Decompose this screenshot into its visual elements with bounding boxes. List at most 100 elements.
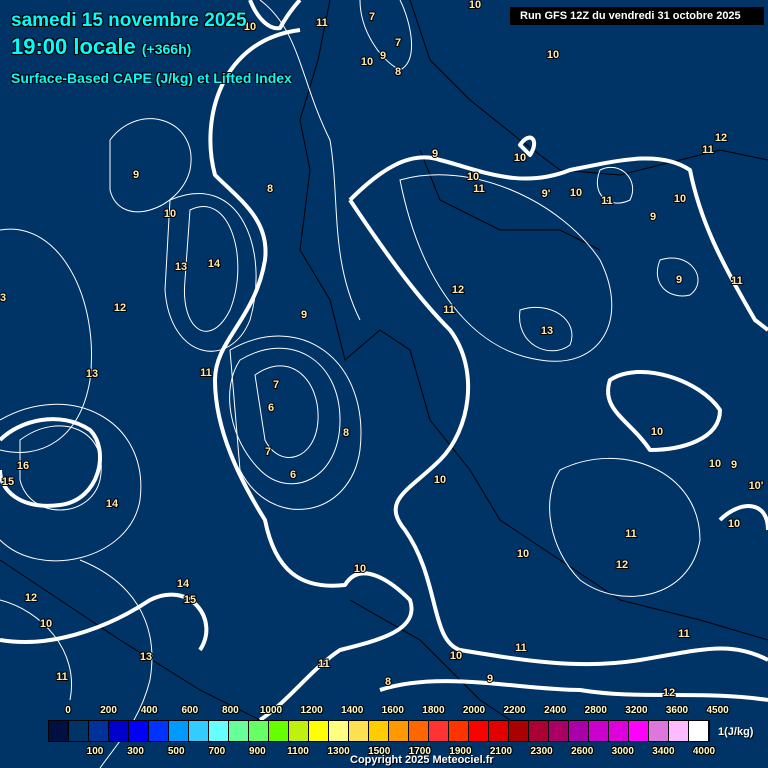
legend-tick-label: 3000 xyxy=(611,746,634,757)
contour-label: 7 xyxy=(265,446,271,458)
contour-label: 10 xyxy=(354,563,366,575)
legend-tick-label: 2800 xyxy=(584,705,607,716)
contour-label: 14 xyxy=(208,258,221,270)
legend-swatch xyxy=(689,721,709,741)
model-run-label: Run GFS 12Z du vendredi 31 octobre 2025 xyxy=(510,7,764,25)
legend-swatch xyxy=(229,721,249,741)
contour-label: 10 xyxy=(469,0,481,11)
legend-tick-label: 2400 xyxy=(544,705,567,716)
legend-tick-label: 2600 xyxy=(571,746,594,757)
contour-label: 10 xyxy=(674,193,686,205)
legend-swatch xyxy=(549,721,569,741)
contour-label: 10 xyxy=(517,548,529,560)
lead-time: (+366h) xyxy=(141,41,192,57)
legend-tick-label: 3200 xyxy=(625,705,648,716)
contour-label: 13 xyxy=(541,325,553,337)
legend-swatch xyxy=(289,721,309,741)
legend-swatch xyxy=(69,721,89,741)
contour-label: 9 xyxy=(676,274,682,286)
legend-tick-label: 200 xyxy=(100,705,117,716)
legend-swatch xyxy=(389,721,409,741)
contour-label: 10 xyxy=(547,49,559,61)
contour-label: 15 xyxy=(2,476,14,488)
legend-swatch xyxy=(629,721,649,741)
contour-label: 11 xyxy=(731,275,743,287)
contour-label: 8 xyxy=(395,66,401,78)
contour-label: 16 xyxy=(17,460,29,472)
legend-swatch xyxy=(669,721,689,741)
contour-label: 9 xyxy=(650,211,656,223)
contour-label: 10 xyxy=(40,618,52,630)
legend-tick-label: 1800 xyxy=(422,705,445,716)
contour-label: 13 xyxy=(140,651,152,663)
contour-label: 11 xyxy=(601,195,613,207)
contour-label: 11 xyxy=(56,671,68,683)
contour-label: 12 xyxy=(715,132,727,144)
contour-label: 10 xyxy=(514,152,526,164)
legend-swatch xyxy=(569,721,589,741)
contour-label: 12 xyxy=(663,687,675,699)
legend-swatch xyxy=(529,721,549,741)
contour-label: 8 xyxy=(343,427,349,439)
contour-label: 10 xyxy=(434,474,446,486)
contour-label: 12 xyxy=(616,559,628,571)
legend-swatch xyxy=(209,721,229,741)
contour-label: 10 xyxy=(709,458,721,470)
cape-map: 11 10 7 7 9 10 8 10 10 12 11 10 9 10 11 … xyxy=(0,0,768,768)
legend-tick-label: 3400 xyxy=(652,746,675,757)
legend-swatch xyxy=(589,721,609,741)
contour-label: 9 xyxy=(133,169,139,181)
legend-tick-label: 0 xyxy=(65,705,71,716)
contour-label: 11 xyxy=(702,144,714,156)
contour-label: 3 xyxy=(0,292,6,304)
legend-tick-label: 2000 xyxy=(462,705,486,716)
legend-tick-label: 500 xyxy=(167,746,185,757)
legend-tick-label: 1300 xyxy=(327,746,350,757)
legend-tick-label: 2300 xyxy=(530,746,553,757)
contour-label: 7 xyxy=(395,37,401,49)
contour-label: 7 xyxy=(369,11,375,23)
contour-label: 10 xyxy=(570,187,582,199)
legend-tick-label: 1100 xyxy=(287,746,309,757)
thin-contours xyxy=(0,0,701,768)
contour-label: 11 xyxy=(515,642,527,654)
legend-tick-label: 600 xyxy=(181,705,199,716)
contour-label: 8 xyxy=(385,676,391,688)
weather-map-panel: 11 10 7 7 9 10 8 10 10 12 11 10 9 10 11 … xyxy=(0,0,768,768)
contour-label: 10 xyxy=(467,171,479,183)
legend-swatch xyxy=(489,721,509,741)
contour-label: 13 xyxy=(86,368,98,380)
legend-tick-label: 1200 xyxy=(300,705,323,716)
copyright: Copyright 2025 Meteociel.fr xyxy=(350,754,494,766)
contour-label: 11 xyxy=(200,367,212,379)
legend-swatch xyxy=(129,721,149,741)
legend-swatch xyxy=(89,721,109,741)
legend-tick-label: 4500 xyxy=(706,705,729,716)
legend-tick-label: 800 xyxy=(222,705,239,716)
contour-label: 10' xyxy=(749,480,764,492)
legend-swatch xyxy=(329,721,349,741)
contour-label: 10 xyxy=(361,56,373,68)
contour-label: 14 xyxy=(106,498,119,510)
contour-label: 9' xyxy=(542,188,551,200)
legend-tick-label: 1400 xyxy=(341,705,364,716)
contour-label: 11 xyxy=(318,658,330,670)
contour-label: 15 xyxy=(184,594,196,606)
contour-label: 8 xyxy=(267,183,273,195)
contour-label: 12 xyxy=(114,302,126,314)
legend-tick-label: 300 xyxy=(127,746,144,757)
color-legend-bar xyxy=(48,720,710,742)
legend-tick-label: 2200 xyxy=(503,705,526,716)
legend-tick-label: 900 xyxy=(249,746,266,757)
contour-label: 9 xyxy=(380,50,386,62)
contour-label: 12 xyxy=(452,284,464,296)
legend-swatch xyxy=(309,721,329,741)
legend-swatch xyxy=(109,721,129,741)
thick-contours xyxy=(0,0,768,722)
legend-swatch xyxy=(649,721,669,741)
contour-label: 11 xyxy=(316,17,328,29)
contour-label: 11 xyxy=(473,183,485,195)
contour-label: 12 xyxy=(25,592,37,604)
legend-swatch xyxy=(369,721,389,741)
contour-label: 10 xyxy=(651,426,663,438)
